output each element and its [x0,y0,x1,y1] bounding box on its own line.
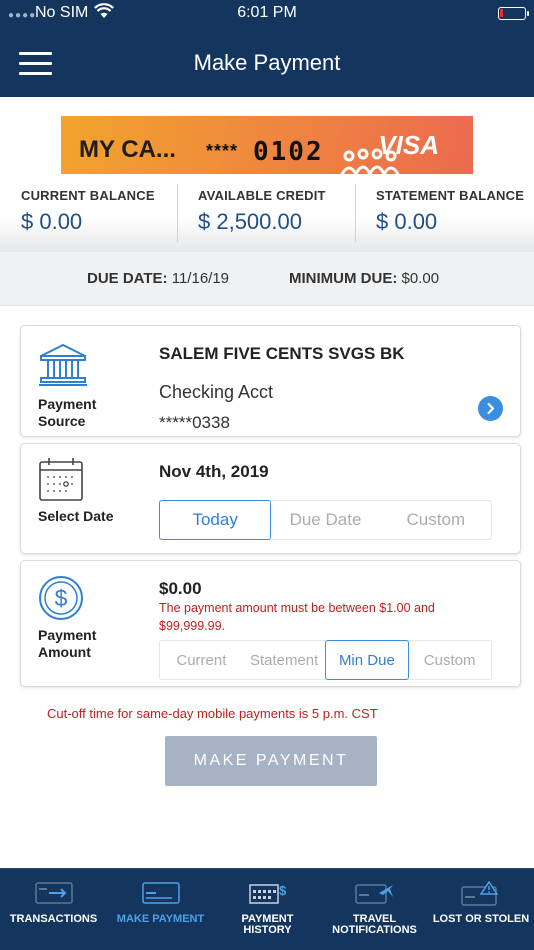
date-option-custom[interactable]: Custom [381,501,491,539]
available-credit: AVAILABLE CREDIT $ 2,500.00 [198,188,326,235]
calendar-icon [39,458,83,501]
card-plane-icon [354,884,393,904]
payment-amount-label: Payment Amount [38,627,97,660]
account-type: Checking Acct [159,382,274,402]
tab-travel-notifications[interactable]: TRAVEL NOTIFICATIONS [321,869,428,950]
card-transfer-icon [34,882,73,904]
date-option-due-date[interactable]: Due Date [270,501,380,539]
payment-source-label: Payment Source [38,396,97,429]
available-credit-value: $ 2,500.00 [198,209,302,234]
svg-text:$: $ [55,585,68,611]
amount-error-message: The payment amount must be between $1.00… [159,601,435,633]
header-bar: Make Payment [0,28,534,97]
tab-transactions[interactable]: TRANSACTIONS [0,869,107,950]
dollar-icon: $ [39,576,83,620]
clock: 6:01 PM [237,4,297,21]
credit-card-image: MY CA... **** 0102 VISA [61,116,473,174]
available-credit-label: AVAILABLE CREDIT [198,188,326,203]
cutoff-note: Cut-off time for same-day mobile payment… [47,706,378,721]
status-bar: ●●●● No SIM 6:01 PM [0,0,534,28]
card-masked-digits: **** [206,141,239,161]
statement-balance-value: $ 0.00 [376,209,438,234]
tab-label: MAKE PAYMENT [116,913,205,925]
tab-payment-history[interactable]: $ PAYMENT HISTORY [214,869,321,950]
make-payment-button[interactable]: MAKE PAYMENT [165,736,377,786]
statement-balance: STATEMENT BALANCE $ 0.00 [376,188,524,235]
chevron-right-icon[interactable] [478,396,503,421]
battery-icon [498,7,529,20]
amount-option-current[interactable]: Current [160,641,243,679]
card-icon [141,882,180,904]
amount-option-selector: Current Statement Min Due Custom [159,640,492,680]
tab-label: TRANSACTIONS [9,913,98,925]
bank-name: SALEM FIVE CENTS SVGS BK [159,344,405,363]
visa-logo: VISA [378,130,439,160]
divider [355,184,356,242]
date-option-today[interactable]: Today [159,500,272,540]
current-balance-label: CURRENT BALANCE [21,188,155,203]
card-last4: 0102 [253,137,324,167]
tab-lost-or-stolen[interactable]: LOST OR STOLEN [428,869,534,950]
minimum-due-value: $0.00 [401,270,440,287]
amount-option-statement[interactable]: Statement [243,641,326,679]
svg-text:$: $ [279,883,287,898]
amount-option-custom[interactable]: Custom [408,641,491,679]
amount-option-min-due[interactable]: Min Due [324,640,410,680]
tab-make-payment[interactable]: MAKE PAYMENT [107,869,214,950]
tab-label: LOST OR STOLEN [432,913,530,925]
bottom-nav: TRANSACTIONS MAKE PAYMENT $ PAYMENT HIST… [0,868,534,950]
page-title: Make Payment [193,50,341,75]
date-option-selector: Today Due Date Custom [159,500,492,540]
payment-amount-panel: $ Payment Amount $0.00 The payment amoun… [20,560,521,687]
select-date-panel: Select Date Nov 4th, 2019 Today Due Date… [20,443,521,554]
divider [177,184,178,242]
due-date: DUE DATE: 11/16/19 [87,270,229,287]
select-date-label: Select Date [38,508,114,524]
current-balance-value: $ 0.00 [21,209,83,234]
minimum-due-label: MINIMUM DUE: [289,270,398,287]
due-date-label: DUE DATE: [87,270,168,287]
amount-value: $0.00 [159,579,202,598]
calendar-dollar-icon: $ [248,883,287,904]
selected-date: Nov 4th, 2019 [159,462,269,481]
bank-icon [39,343,87,386]
balance-summary: CURRENT BALANCE $ 0.00 AVAILABLE CREDIT … [0,174,534,252]
account-number: *****0338 [159,413,230,432]
current-balance: CURRENT BALANCE $ 0.00 [21,188,155,235]
card-name: MY CA... [79,136,176,163]
card-alert-icon [461,881,499,906]
minimum-due: MINIMUM DUE: $0.00 [289,270,439,287]
due-info-bar: DUE DATE: 11/16/19 MINIMUM DUE: $0.00 [0,252,534,306]
tab-label: TRAVEL NOTIFICATIONS [332,913,417,936]
tab-label: PAYMENT HISTORY [241,913,294,936]
payment-source-panel[interactable]: Payment Source SALEM FIVE CENTS SVGS BK … [20,325,521,437]
due-date-value: 11/16/19 [171,270,230,287]
statement-balance-label: STATEMENT BALANCE [376,188,525,203]
